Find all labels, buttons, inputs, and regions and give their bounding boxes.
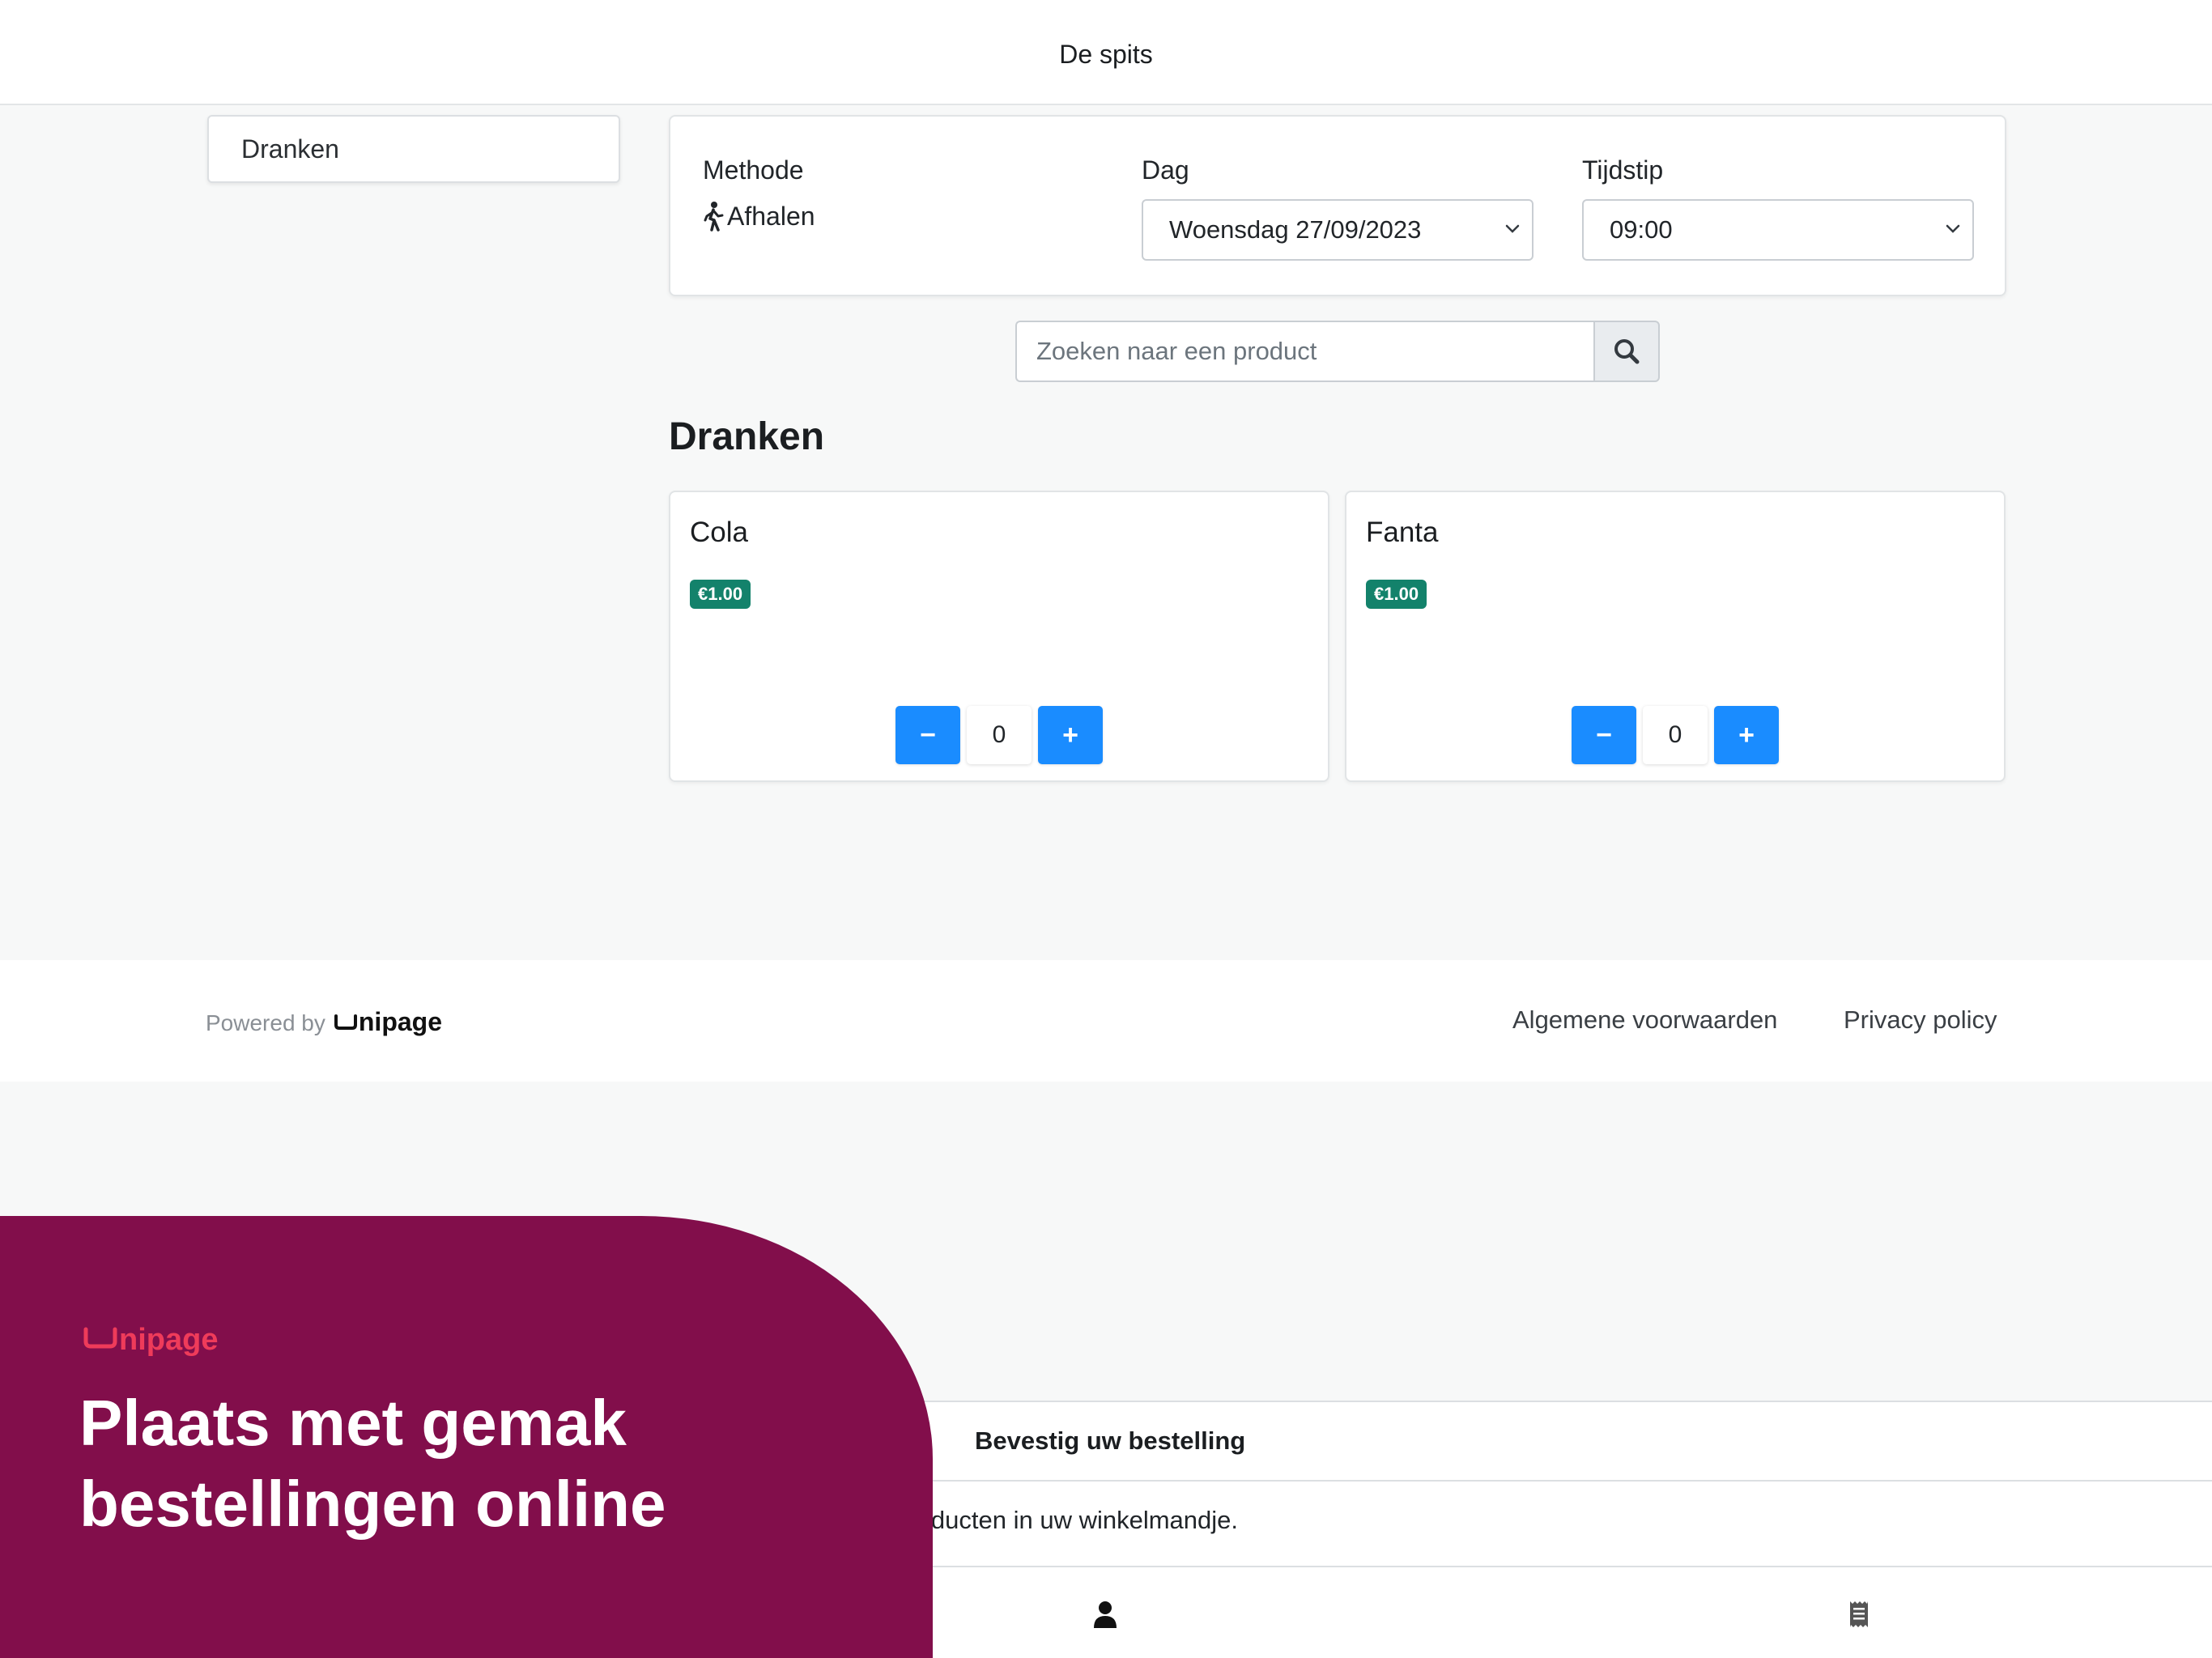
quantity-value[interactable]: 0 — [967, 706, 1032, 764]
section-title: Dranken — [669, 415, 825, 458]
cart-panel: Bevestig uw bestelling en producten in u… — [858, 1401, 2212, 1567]
time-select-value: 09:00 — [1610, 215, 1673, 244]
promo-headline-line-1: Plaats met gemak — [79, 1387, 627, 1459]
promo-headline-line-2: bestellingen online — [79, 1468, 666, 1540]
day-label: Dag — [1142, 155, 1189, 185]
day-group: Dag — [1142, 155, 1189, 185]
user-icon[interactable] — [1091, 1600, 1119, 1629]
product-name: Fanta — [1366, 517, 1439, 548]
day-select[interactable]: Woensdag 27/09/2023 — [1142, 199, 1534, 261]
product-name: Cola — [690, 517, 748, 548]
time-select[interactable]: 09:00 — [1582, 199, 1974, 261]
increase-quantity-button[interactable]: + — [1714, 706, 1779, 764]
method-group: Methode Afhalen — [703, 155, 815, 232]
search-group — [1015, 321, 1660, 382]
unipage-logo-text: nipage — [358, 1007, 442, 1036]
sidebar-item-label: Dranken — [241, 134, 339, 164]
walking-person-icon — [704, 202, 724, 232]
confirm-order-button[interactable]: Bevestig uw bestelling — [975, 1426, 1245, 1456]
product-card-fanta: Fanta €1.00 − 0 + — [1345, 491, 2006, 782]
unipage-u-logo-icon — [334, 1014, 357, 1030]
chevron-down-icon — [1946, 224, 1960, 233]
price-badge: €1.00 — [1366, 580, 1427, 609]
product-card-cola: Cola €1.00 − 0 + — [669, 491, 1329, 782]
method-label: Methode — [703, 155, 804, 185]
sidebar-item-dranken[interactable]: Dranken — [207, 115, 620, 183]
search-icon — [1614, 339, 1640, 364]
bottom-nav — [858, 1567, 2212, 1658]
decrease-quantity-button[interactable]: − — [895, 706, 960, 764]
unipage-u-logo-icon — [83, 1327, 117, 1349]
unipage-logo: nipage — [334, 1007, 442, 1037]
increase-quantity-button[interactable]: + — [1038, 706, 1103, 764]
powered-by[interactable]: Powered by nipage — [206, 1007, 442, 1037]
method-value-text: Afhalen — [727, 201, 815, 231]
order-options-card: Methode Afhalen Dag Woensdag 27/09/2023 … — [669, 115, 2006, 296]
promo-brand-text: nipage — [119, 1323, 219, 1357]
method-value: Afhalen — [703, 201, 815, 232]
promo-banner: nipage Plaats met gemak bestellingen onl… — [0, 1216, 933, 1658]
top-header: De spits — [0, 0, 2212, 105]
store-title: De spits — [1059, 39, 1153, 69]
footer: Powered by nipage Algemene voorwaarden P… — [0, 960, 2212, 1082]
search-input[interactable] — [1015, 321, 1593, 382]
quantity-stepper: − 0 + — [1572, 706, 1779, 764]
receipt-icon[interactable] — [1848, 1600, 1870, 1629]
cart-header: Bevestig uw bestelling — [860, 1402, 2212, 1482]
powered-by-text: Powered by — [206, 1010, 325, 1035]
quantity-stepper: − 0 + — [895, 706, 1103, 764]
price-badge: €1.00 — [690, 580, 751, 609]
privacy-policy-link[interactable]: Privacy policy — [1844, 1005, 1997, 1035]
search-button[interactable] — [1593, 321, 1660, 382]
quantity-value[interactable]: 0 — [1643, 706, 1708, 764]
decrease-quantity-button[interactable]: − — [1572, 706, 1636, 764]
time-label: Tijdstip — [1582, 155, 1664, 185]
chevron-down-icon — [1505, 224, 1520, 233]
promo-unipage-logo: nipage — [83, 1323, 218, 1358]
time-group: Tijdstip — [1582, 155, 1663, 185]
terms-link[interactable]: Algemene voorwaarden — [1512, 1005, 1777, 1035]
day-select-value: Woensdag 27/09/2023 — [1169, 215, 1422, 244]
promo-headline: Plaats met gemak bestellingen online — [79, 1383, 808, 1545]
